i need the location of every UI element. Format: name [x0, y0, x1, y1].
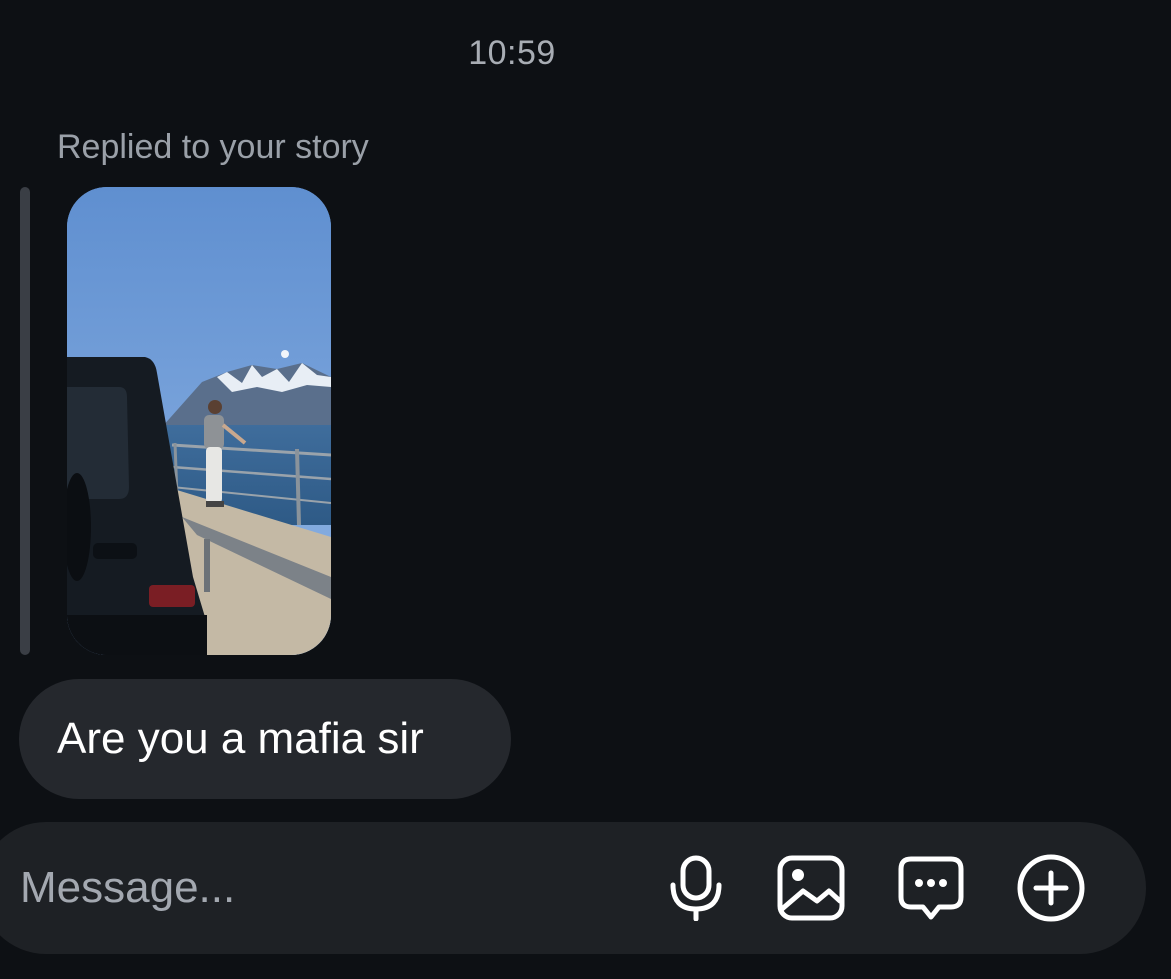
plus-circle-icon[interactable] [1015, 852, 1087, 924]
message-bubble[interactable]: Are you a mafia sir [19, 679, 511, 799]
story-thumbnail[interactable] [67, 187, 331, 655]
message-timestamp: 10:59 [468, 34, 556, 72]
chat-bubble-icon[interactable] [895, 852, 967, 924]
message-text: Are you a mafia sir [57, 714, 424, 763]
image-icon[interactable] [775, 852, 847, 924]
story-image [67, 187, 331, 655]
message-input[interactable] [20, 852, 580, 924]
reply-indicator-bar [20, 187, 30, 655]
microphone-icon[interactable] [660, 852, 732, 924]
message-composer [0, 822, 1146, 954]
story-reply-label: Replied to your story [57, 128, 369, 166]
